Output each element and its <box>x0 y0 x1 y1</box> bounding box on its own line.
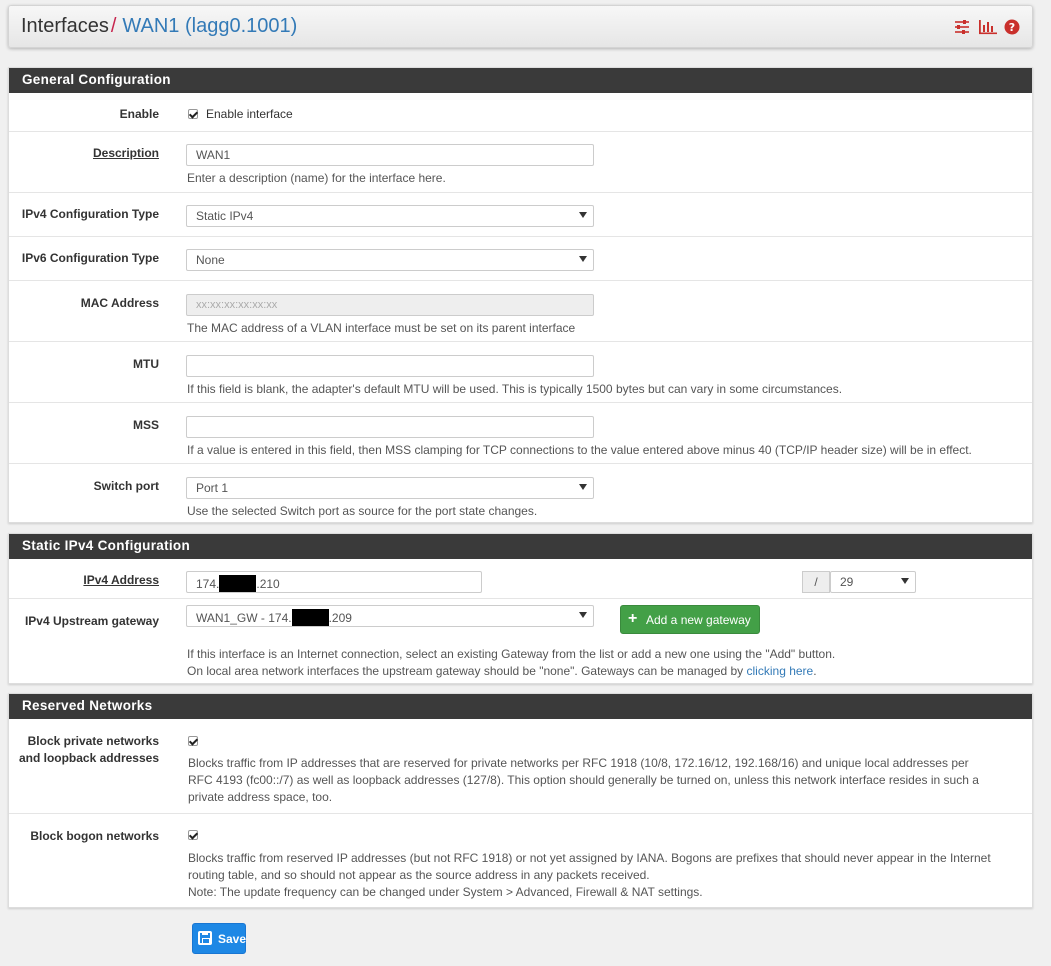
ipv4-gateway-row: IPv4 Upstream gateway WAN1_GW - 174. .209… <box>9 598 1032 685</box>
general-configuration-panel: General Configuration Enable Enable inte… <box>8 67 1033 523</box>
ipv6-type-label: IPv6 Configuration Type <box>21 251 159 265</box>
block-bogon-help-line3: Note: The update frequency can be change… <box>188 885 703 899</box>
chevron-down-icon <box>579 256 587 262</box>
mtu-help: If this field is blank, the adapter's de… <box>187 382 843 396</box>
mss-row: MSS If a value is entered in this field,… <box>9 402 1032 463</box>
reserved-networks-title: Reserved Networks <box>9 694 1032 719</box>
chevron-down-icon <box>579 484 587 490</box>
save-icon <box>198 931 212 945</box>
mac-address-input: xx:xx:xx:xx:xx:xx <box>186 294 594 316</box>
block-private-checkbox[interactable] <box>188 736 198 746</box>
ipv4-address-input[interactable]: 174. .210 <box>186 571 482 593</box>
mac-address-row: MAC Address xx:xx:xx:xx:xx:xx The MAC ad… <box>9 280 1032 341</box>
description-row: Description WAN1 Enter a description (na… <box>9 131 1032 192</box>
block-bogon-checkbox[interactable] <box>188 830 198 840</box>
bar-chart-icon[interactable] <box>979 19 997 35</box>
switch-port-value: Port 1 <box>196 481 229 495</box>
description-label[interactable]: Description <box>93 145 159 162</box>
ipv4-address-suffix: .210 <box>256 577 280 591</box>
block-private-help: Blocks traffic from IP addresses that ar… <box>188 755 979 806</box>
help-icon[interactable]: ? <box>1004 19 1020 35</box>
ipv4-type-label: IPv4 Configuration Type <box>21 207 159 221</box>
gateway-help-end: . <box>813 664 817 678</box>
block-private-help-line2: RFC 4193 (fc00::/7) as well as loopback … <box>188 773 979 787</box>
ipv4-address-prefix: 174. <box>196 577 220 591</box>
static-ipv4-title: Static IPv4 Configuration <box>9 534 1032 559</box>
static-ipv4-panel: Static IPv4 Configuration IPv4 Address 1… <box>8 533 1033 684</box>
gateway-help-line1: If this interface is an Internet connect… <box>187 647 836 661</box>
ipv6-type-select[interactable]: None <box>186 249 594 271</box>
block-private-label-line2: and loopback addresses <box>18 751 159 765</box>
enable-label: Enable <box>119 107 159 121</box>
ipv4-address-label[interactable]: IPv4 Address <box>83 572 159 589</box>
switch-port-row: Switch port Port 1 Use the selected Swit… <box>9 463 1032 524</box>
mss-label: MSS <box>132 418 159 432</box>
add-gateway-label: Add a new gateway <box>646 613 751 627</box>
cidr-select[interactable]: 29 <box>830 571 916 593</box>
mss-input[interactable] <box>186 416 594 438</box>
gateway-prefix: WAN1_GW - 174. <box>196 611 292 625</box>
block-bogon-help-line2: routing table, and so should not appear … <box>188 868 650 882</box>
gateway-suffix: .209 <box>328 611 352 625</box>
mac-address-help: The MAC address of a VLAN interface must… <box>187 321 576 335</box>
ipv4-address-row: IPv4 Address 174. .210 / 29 <box>9 559 1032 598</box>
sliders-icon[interactable] <box>954 19 970 35</box>
ipv4-gateway-label: IPv4 Upstream gateway <box>24 614 159 628</box>
block-private-help-line3: private address space, too. <box>188 790 333 804</box>
block-private-label: Block private networks and loopback addr… <box>19 733 159 767</box>
mtu-row: MTU If this field is blank, the adapter'… <box>9 341 1032 402</box>
ipv6-type-value: None <box>196 253 225 267</box>
redaction-block <box>291 609 329 626</box>
cidr-slash: / <box>802 571 830 593</box>
general-configuration-title: General Configuration <box>9 68 1032 93</box>
gateways-link[interactable]: clicking here <box>747 664 814 678</box>
ipv4-type-value: Static IPv4 <box>196 209 254 223</box>
switch-port-label: Switch port <box>93 479 159 493</box>
mtu-label: MTU <box>133 357 159 371</box>
switch-port-select[interactable]: Port 1 <box>186 477 594 499</box>
description-help: Enter a description (name) for the inter… <box>187 171 446 185</box>
block-private-label-line1: Block private networks <box>27 734 159 748</box>
header-icons: ? <box>954 19 1020 35</box>
block-bogon-row: Block bogon networks Blocks traffic from… <box>9 813 1032 909</box>
svg-text:?: ? <box>1009 21 1015 34</box>
description-input[interactable]: WAN1 <box>186 144 594 166</box>
mtu-input[interactable] <box>186 355 594 377</box>
enable-row: Enable Enable interface <box>9 93 1032 131</box>
block-bogon-help: Blocks traffic from reserved IP addresse… <box>188 850 991 901</box>
gateway-help: If this interface is an Internet connect… <box>187 646 835 680</box>
add-gateway-button[interactable]: + Add a new gateway <box>620 605 760 634</box>
ipv4-type-select[interactable]: Static IPv4 <box>186 205 594 227</box>
enable-checkbox[interactable] <box>188 109 198 119</box>
block-bogon-help-line1: Blocks traffic from reserved IP addresse… <box>188 851 991 865</box>
mss-help: If a value is entered in this field, the… <box>187 443 972 457</box>
reserved-networks-panel: Reserved Networks Block private networks… <box>8 693 1033 908</box>
breadcrumb-interfaces[interactable]: Interfaces <box>21 15 109 37</box>
gateway-help-text: On local area network interfaces the ups… <box>187 664 747 678</box>
block-private-row: Block private networks and loopback addr… <box>9 719 1032 813</box>
ipv4-gateway-select[interactable]: WAN1_GW - 174. .209 <box>186 605 594 627</box>
plus-icon: + <box>628 610 638 627</box>
gateway-help-line2: On local area network interfaces the ups… <box>187 663 835 680</box>
ipv6-type-row: IPv6 Configuration Type None <box>9 236 1032 280</box>
switch-port-help: Use the selected Switch port as source f… <box>187 504 538 518</box>
ipv4-type-row: IPv4 Configuration Type Static IPv4 <box>9 192 1032 236</box>
save-button[interactable]: Save <box>192 923 246 954</box>
breadcrumb-current[interactable]: WAN1 (lagg0.1001) <box>122 15 297 37</box>
chevron-down-icon <box>901 578 909 584</box>
block-bogon-label: Block bogon networks <box>30 829 159 843</box>
chevron-down-icon <box>579 212 587 218</box>
breadcrumb-bar: Interfaces / WAN1 (lagg0.1001) ? <box>8 5 1033 48</box>
cidr-value: 29 <box>840 575 854 589</box>
block-private-help-line1: Blocks traffic from IP addresses that ar… <box>188 756 969 770</box>
enable-checkbox-label[interactable]: Enable interface <box>206 107 293 121</box>
breadcrumb: Interfaces / WAN1 (lagg0.1001) <box>21 15 297 38</box>
mac-address-label: MAC Address <box>80 296 159 310</box>
save-label: Save <box>218 932 247 946</box>
chevron-down-icon <box>579 612 587 618</box>
breadcrumb-separator: / <box>110 15 117 37</box>
redaction-block <box>219 575 257 592</box>
